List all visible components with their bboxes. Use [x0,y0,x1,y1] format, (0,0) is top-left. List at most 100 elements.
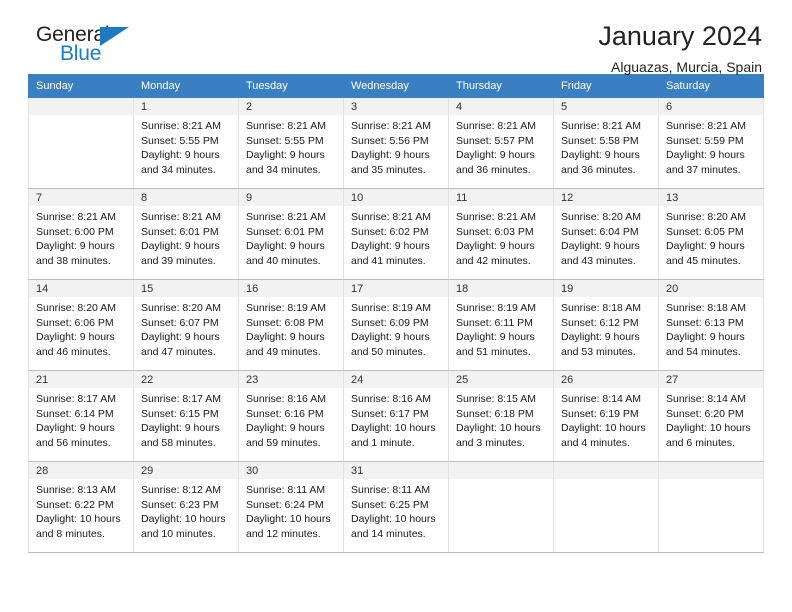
day-daylight2-text: and 4 minutes. [561,436,630,449]
calendar-week-row: 7 Sunrise: 8:21 AM Sunset: 6:00 PM Daylight… [28,188,764,280]
general-blue-logo[interactable]: General Blue [28,22,138,70]
calendar-cell-empty [448,461,554,553]
day-number: 14 [29,280,133,297]
day-daylight2-text: and 36 minutes. [456,163,531,176]
calendar-day-cell[interactable]: 8 Sunrise: 8:21 AM Sunset: 6:01 PM Daylight… [133,188,239,280]
day-sun-info: Sunrise: 8:21 AM Sunset: 5:57 PM Daylight:… [449,115,553,177]
day-sunset-text: Sunset: 6:13 PM [666,316,744,329]
calendar-day-cell[interactable]: 14 Sunrise: 8:20 AM Sunset: 6:06 PM Dayligh… [28,279,134,371]
day-number: 2 [239,98,343,115]
calendar-day-cell[interactable]: 23 Sunrise: 8:16 AM Sunset: 6:16 PM Dayligh… [238,370,344,462]
day-sun-info: Sunrise: 8:11 AM Sunset: 6:25 PM Daylight:… [344,479,448,541]
day-number [554,462,658,479]
day-sun-info: Sunrise: 8:20 AM Sunset: 6:04 PM Daylight:… [554,206,658,268]
calendar-day-cell[interactable]: 20 Sunrise: 8:18 AM Sunset: 6:13 PM Dayligh… [658,279,764,371]
day-sun-info: Sunrise: 8:21 AM Sunset: 5:55 PM Daylight:… [239,115,343,177]
calendar-day-cell[interactable]: 5 Sunrise: 8:21 AM Sunset: 5:58 PM Daylight… [553,97,659,189]
calendar-day-cell[interactable]: 25 Sunrise: 8:15 AM Sunset: 6:18 PM Dayligh… [448,370,554,462]
calendar-day-cell[interactable]: 13 Sunrise: 8:20 AM Sunset: 6:05 PM Dayligh… [658,188,764,280]
weekday-header-monday: Monday [133,74,239,98]
calendar-day-cell[interactable]: 17 Sunrise: 8:19 AM Sunset: 6:09 PM Dayligh… [343,279,449,371]
weekday-header-saturday: Saturday [658,74,764,98]
day-number: 11 [449,189,553,206]
day-sun-info: Sunrise: 8:17 AM Sunset: 6:15 PM Daylight:… [134,388,238,450]
calendar-day-cell[interactable]: 1 Sunrise: 8:21 AM Sunset: 5:55 PM Daylight… [133,97,239,189]
day-daylight1-text: Daylight: 9 hours [456,240,535,252]
day-sunrise-text: Sunrise: 8:14 AM [561,393,641,405]
day-sunrise-text: Sunrise: 8:21 AM [246,211,326,223]
calendar-day-cell[interactable]: 9 Sunrise: 8:21 AM Sunset: 6:01 PM Daylight… [238,188,344,280]
calendar-day-cell[interactable]: 21 Sunrise: 8:17 AM Sunset: 6:14 PM Dayligh… [28,370,134,462]
calendar-day-cell[interactable]: 19 Sunrise: 8:18 AM Sunset: 6:12 PM Dayligh… [553,279,659,371]
day-sunrise-text: Sunrise: 8:21 AM [351,120,431,132]
day-number: 23 [239,371,343,388]
calendar-day-cell[interactable]: 31 Sunrise: 8:11 AM Sunset: 6:25 PM Dayligh… [343,461,449,553]
calendar-header-row: Sunday Monday Tuesday Wednesday Thursday… [28,74,764,98]
calendar-day-cell[interactable]: 6 Sunrise: 8:21 AM Sunset: 5:59 PM Daylight… [658,97,764,189]
day-daylight2-text: and 40 minutes. [246,254,321,267]
calendar-day-cell[interactable]: 10 Sunrise: 8:21 AM Sunset: 6:02 PM Dayligh… [343,188,449,280]
day-number [449,462,553,479]
day-sunrise-text: Sunrise: 8:20 AM [666,211,746,223]
day-number: 12 [554,189,658,206]
day-number: 16 [239,280,343,297]
calendar-day-cell[interactable]: 22 Sunrise: 8:17 AM Sunset: 6:15 PM Dayligh… [133,370,239,462]
day-daylight1-text: Daylight: 10 hours [351,513,436,525]
calendar-cell-empty [28,97,134,189]
day-sun-info: Sunrise: 8:21 AM Sunset: 5:59 PM Daylight:… [659,115,763,177]
day-sunrise-text: Sunrise: 8:21 AM [246,120,326,132]
day-daylight1-text: Daylight: 9 hours [456,149,535,161]
weekday-header-sunday: Sunday [28,74,134,98]
day-daylight1-text: Daylight: 10 hours [351,422,436,434]
day-daylight1-text: Daylight: 9 hours [36,240,115,252]
calendar-day-cell[interactable]: 29 Sunrise: 8:12 AM Sunset: 6:23 PM Dayligh… [133,461,239,553]
calendar-day-cell[interactable]: 26 Sunrise: 8:14 AM Sunset: 6:19 PM Dayligh… [553,370,659,462]
day-daylight2-text: and 1 minute. [351,436,415,449]
calendar-day-cell[interactable]: 18 Sunrise: 8:19 AM Sunset: 6:11 PM Dayligh… [448,279,554,371]
day-daylight2-text: and 46 minutes. [36,345,111,358]
day-sunrise-text: Sunrise: 8:21 AM [141,120,221,132]
day-sunrise-text: Sunrise: 8:21 AM [141,211,221,223]
day-sunrise-text: Sunrise: 8:18 AM [666,302,746,314]
day-daylight1-text: Daylight: 9 hours [666,240,745,252]
day-sunset-text: Sunset: 5:56 PM [351,134,429,147]
day-daylight2-text: and 53 minutes. [561,345,636,358]
day-sun-info: Sunrise: 8:12 AM Sunset: 6:23 PM Daylight:… [134,479,238,541]
calendar-day-cell[interactable]: 12 Sunrise: 8:20 AM Sunset: 6:04 PM Dayligh… [553,188,659,280]
day-daylight1-text: Daylight: 9 hours [561,149,640,161]
day-sunset-text: Sunset: 6:03 PM [456,225,534,238]
location-subtitle: Alguazas, Murcia, Spain [611,59,762,76]
calendar-cell-empty [658,461,764,553]
day-sun-info: Sunrise: 8:17 AM Sunset: 6:14 PM Daylight:… [29,388,133,450]
calendar-day-cell[interactable]: 30 Sunrise: 8:11 AM Sunset: 6:24 PM Dayligh… [238,461,344,553]
page-title: January 2024 [598,21,762,51]
day-sunrise-text: Sunrise: 8:14 AM [666,393,746,405]
day-sunrise-text: Sunrise: 8:21 AM [36,211,116,223]
day-daylight1-text: Daylight: 10 hours [561,422,646,434]
day-sunrise-text: Sunrise: 8:20 AM [561,211,641,223]
day-daylight2-text: and 39 minutes. [141,254,216,267]
calendar-day-cell[interactable]: 24 Sunrise: 8:16 AM Sunset: 6:17 PM Dayligh… [343,370,449,462]
calendar-week-row: 14 Sunrise: 8:20 AM Sunset: 6:06 PM Dayligh… [28,279,764,371]
calendar-day-cell[interactable]: 4 Sunrise: 8:21 AM Sunset: 5:57 PM Daylight… [448,97,554,189]
calendar-day-cell[interactable]: 2 Sunrise: 8:21 AM Sunset: 5:55 PM Daylight… [238,97,344,189]
calendar-day-cell[interactable]: 27 Sunrise: 8:14 AM Sunset: 6:20 PM Dayligh… [658,370,764,462]
calendar-day-cell[interactable]: 28 Sunrise: 8:13 AM Sunset: 6:22 PM Dayligh… [28,461,134,553]
day-sunrise-text: Sunrise: 8:16 AM [246,393,326,405]
calendar-page: General Blue January 2024 Alguazas, Murc… [0,0,792,612]
calendar-day-cell[interactable]: 11 Sunrise: 8:21 AM Sunset: 6:03 PM Dayligh… [448,188,554,280]
day-sunrise-text: Sunrise: 8:21 AM [666,120,746,132]
day-number: 13 [659,189,763,206]
day-daylight2-text: and 50 minutes. [351,345,426,358]
day-sunrise-text: Sunrise: 8:11 AM [351,484,431,496]
calendar-day-cell[interactable]: 3 Sunrise: 8:21 AM Sunset: 5:56 PM Daylight… [343,97,449,189]
day-number: 19 [554,280,658,297]
calendar-day-cell[interactable]: 7 Sunrise: 8:21 AM Sunset: 6:00 PM Daylight… [28,188,134,280]
calendar-day-cell[interactable]: 16 Sunrise: 8:19 AM Sunset: 6:08 PM Dayligh… [238,279,344,371]
day-number: 7 [29,189,133,206]
day-sunset-text: Sunset: 6:18 PM [456,407,534,420]
calendar-day-cell[interactable]: 15 Sunrise: 8:20 AM Sunset: 6:07 PM Dayligh… [133,279,239,371]
day-sunset-text: Sunset: 6:09 PM [351,316,429,329]
day-sunrise-text: Sunrise: 8:12 AM [141,484,221,496]
calendar-cell-empty [553,461,659,553]
